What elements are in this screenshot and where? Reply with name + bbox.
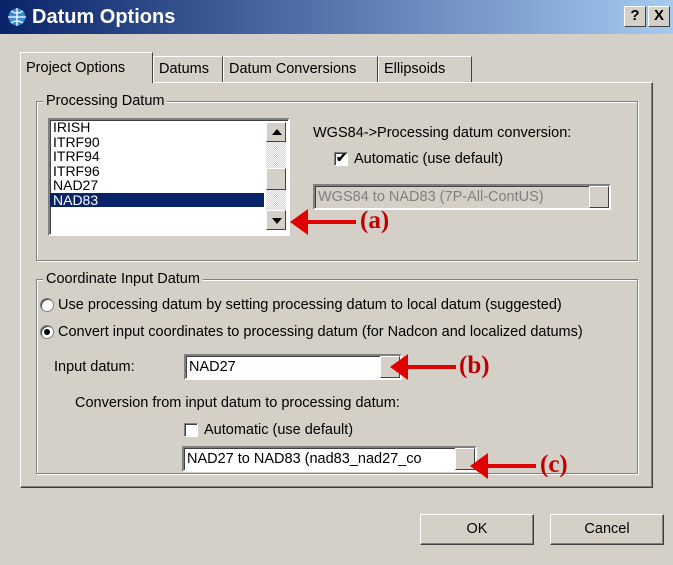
close-button[interactable]: X (648, 6, 670, 27)
ok-button[interactable]: OK (420, 514, 534, 545)
arrow-shaft (406, 365, 456, 369)
globe-icon (7, 7, 27, 27)
arrow-shaft (306, 220, 356, 224)
scrollbar-thumb[interactable] (266, 168, 286, 190)
list-item[interactable]: IRISH (50, 120, 288, 135)
annotation-arrow-a (290, 207, 356, 237)
processing-datum-legend: Processing Datum (43, 92, 168, 110)
input-datum-value: NAD27 (189, 359, 236, 375)
annotation-arrow-c (470, 451, 536, 481)
processing-datum-list[interactable]: IRISH ITRF90 ITRF94 ITRF96 NAD27 NAD83 (48, 118, 290, 236)
conversion-from-input-label: Conversion from input datum to processin… (75, 395, 400, 411)
project-options-panel: Processing Datum IRISH ITRF90 ITRF94 ITR… (20, 82, 653, 488)
wgs84-conversion-label: WGS84->Processing datum conversion: (313, 125, 572, 141)
list-item[interactable]: ITRF90 (50, 134, 288, 150)
tab-project-options[interactable]: Project Options (20, 52, 153, 83)
tab-ellipsoids[interactable]: Ellipsoids (378, 56, 472, 83)
use-processing-datum-radio[interactable] (40, 298, 54, 312)
wgs84-conversion-select: WGS84 to NAD83 (7P-All-ContUS) (313, 184, 611, 210)
annotation-label-a: (a) (360, 207, 390, 234)
window-title: Datum Options (32, 6, 176, 28)
coordinate-input-legend: Coordinate Input Datum (43, 270, 203, 288)
list-item-selected[interactable]: NAD83 (50, 192, 264, 207)
title-bar[interactable]: Datum Options ? X (0, 0, 673, 34)
wgs84-automatic-label[interactable]: Automatic (use default) (354, 150, 503, 168)
tab-datum-conversions[interactable]: Datum Conversions (223, 56, 378, 83)
annotation-label-c: (c) (540, 451, 568, 478)
list-item[interactable]: NAD27 (50, 178, 288, 193)
cancel-button[interactable]: Cancel (550, 514, 664, 545)
wgs84-automatic-checkbox[interactable]: ✔ (334, 150, 348, 166)
convert-input-label[interactable]: Convert input coordinates to processing … (58, 323, 583, 341)
coordinate-input-datum-group: Coordinate Input Datum Use processing da… (36, 270, 638, 474)
scroll-down-button[interactable] (266, 210, 286, 230)
tab-datums[interactable]: Datums (153, 56, 223, 83)
input-conversion-select[interactable]: NAD27 to NAD83 (nad83_nad27_co (182, 446, 477, 472)
input-datum-label: Input datum: (54, 359, 135, 375)
arrow-up-icon (272, 129, 282, 135)
list-item[interactable]: ITRF96 (50, 163, 288, 179)
annotation-arrow-b (390, 352, 456, 382)
help-button[interactable]: ? (624, 6, 646, 27)
input-automatic-checkbox[interactable] (184, 423, 198, 437)
scroll-up-button[interactable] (266, 122, 286, 142)
convert-input-radio[interactable] (40, 325, 54, 339)
wgs84-conversion-dropdown-button (589, 186, 609, 208)
input-conversion-value: NAD27 to NAD83 (nad83_nad27_co (187, 451, 422, 467)
use-processing-datum-label[interactable]: Use processing datum by setting processi… (58, 296, 562, 314)
input-automatic-label[interactable]: Automatic (use default) (204, 421, 353, 439)
input-datum-select[interactable]: NAD27 (184, 354, 402, 380)
datum-options-dialog: Datum Options ? X Project Options Datums… (0, 0, 673, 565)
wgs84-conversion-value: WGS84 to NAD83 (7P-All-ContUS) (318, 189, 544, 205)
checkmark-icon: ✔ (336, 150, 347, 165)
processing-datum-group: Processing Datum IRISH ITRF90 ITRF94 ITR… (36, 92, 638, 261)
arrow-shaft (486, 464, 536, 468)
arrow-down-icon (272, 218, 282, 224)
radio-selected-dot (44, 329, 50, 335)
list-item[interactable]: ITRF94 (50, 149, 288, 164)
annotation-label-b: (b) (459, 352, 490, 379)
